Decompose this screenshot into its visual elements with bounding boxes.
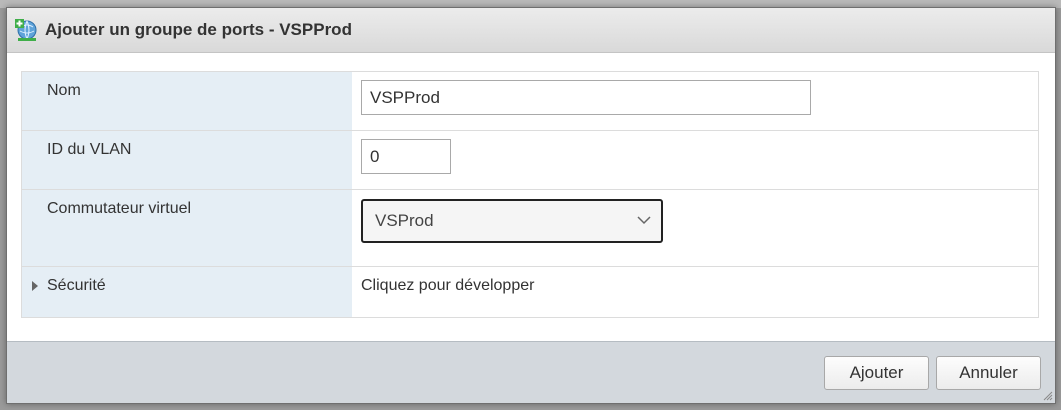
form-row-security[interactable]: Sécurité Cliquez pour développer <box>22 267 1038 317</box>
vlan-id-input[interactable]: 0 <box>361 139 451 174</box>
form-row-vswitch: Commutateur virtuel VSProd <box>22 190 1038 267</box>
port-group-form: Nom VSPProd ID du VLAN 0 Commutateur vir… <box>21 71 1039 318</box>
form-row-name: Nom VSPProd <box>22 72 1038 131</box>
expand-arrow-icon[interactable] <box>32 281 38 291</box>
name-input[interactable]: VSPProd <box>361 80 811 115</box>
add-button[interactable]: Ajouter <box>824 356 929 390</box>
cancel-button[interactable]: Annuler <box>936 356 1041 390</box>
add-port-group-dialog: Ajouter un groupe de ports - VSPProd Nom… <box>6 7 1056 404</box>
security-label: Sécurité <box>47 277 106 294</box>
security-expand-hint[interactable]: Cliquez pour développer <box>361 277 534 295</box>
name-input-value: VSPProd <box>370 87 440 107</box>
name-label: Nom <box>22 72 352 130</box>
vswitch-select[interactable]: VSProd <box>361 199 663 243</box>
resize-grip-icon[interactable] <box>1043 391 1053 401</box>
dialog-title: Ajouter un groupe de ports - VSPProd <box>45 20 352 39</box>
dialog-footer: Ajouter Annuler <box>7 341 1055 403</box>
dialog-titlebar: Ajouter un groupe de ports - VSPProd <box>7 8 1055 53</box>
vlan-id-value: 0 <box>370 146 380 166</box>
form-row-vlan: ID du VLAN 0 <box>22 131 1038 190</box>
vswitch-selected-value: VSProd <box>375 211 434 230</box>
vlan-label: ID du VLAN <box>22 131 352 189</box>
chevron-down-icon <box>637 216 651 225</box>
vswitch-label: Commutateur virtuel <box>22 190 352 266</box>
add-port-group-icon <box>15 19 37 41</box>
